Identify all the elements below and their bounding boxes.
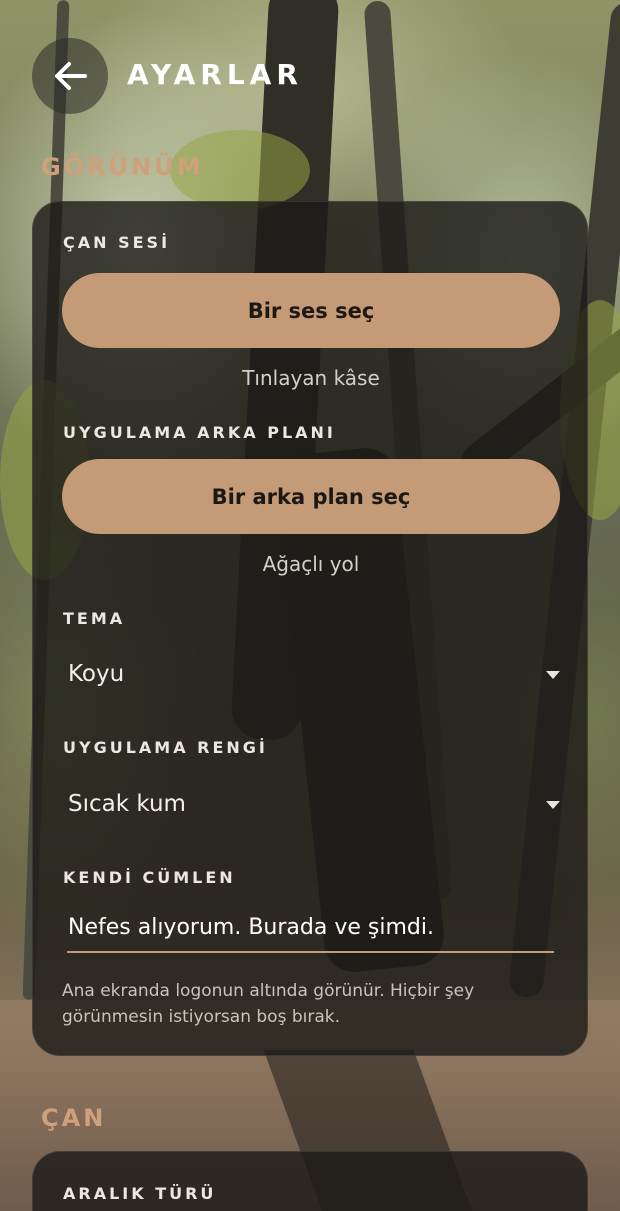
own-sentence-value: Nefes alıyorum. Burada ve şimdi. bbox=[68, 915, 434, 940]
appearance-card: ÇAN SESİ Bir ses seç Tınlayan kâse UYGUL… bbox=[32, 201, 588, 1056]
section-title-bell: ÇAN bbox=[41, 1104, 107, 1132]
app-color-label: UYGULAMA RENGİ bbox=[63, 738, 268, 757]
bell-sound-label: ÇAN SESİ bbox=[63, 233, 171, 252]
own-sentence-helper: Ana ekranda logonun altında görünür. Hiç… bbox=[62, 981, 475, 1027]
app-background-label: UYGULAMA ARKA PLANI bbox=[63, 423, 336, 442]
arrow-left-icon bbox=[55, 62, 87, 90]
own-sentence-input[interactable]: Nefes alıyorum. Burada ve şimdi. bbox=[67, 905, 554, 953]
bell-card: ARALIK TÜRÜ bbox=[32, 1151, 588, 1211]
theme-label: TEMA bbox=[63, 609, 126, 628]
app-header: AYARLAR bbox=[0, 0, 620, 150]
choose-sound-button[interactable]: Bir ses seç bbox=[62, 273, 560, 348]
own-sentence-label: KENDİ CÜMLEN bbox=[63, 868, 236, 887]
back-button[interactable] bbox=[32, 38, 108, 114]
page-title: AYARLAR bbox=[127, 58, 303, 91]
selected-sound: Tınlayan kâse bbox=[242, 366, 380, 390]
app-color-dropdown[interactable]: Sıcak kum bbox=[62, 777, 560, 837]
section-title-appearance: GÖRÜNÜM bbox=[41, 153, 204, 181]
theme-value: Koyu bbox=[68, 661, 125, 687]
choose-background-button[interactable]: Bir arka plan seç bbox=[62, 459, 560, 534]
interval-type-label: ARALIK TÜRÜ bbox=[63, 1184, 217, 1203]
dropdown-caret-icon bbox=[546, 801, 560, 809]
app-color-value: Sıcak kum bbox=[68, 791, 186, 817]
selected-background: Ağaçlı yol bbox=[262, 552, 360, 576]
dropdown-caret-icon bbox=[546, 671, 560, 679]
theme-dropdown[interactable]: Koyu bbox=[62, 647, 560, 707]
